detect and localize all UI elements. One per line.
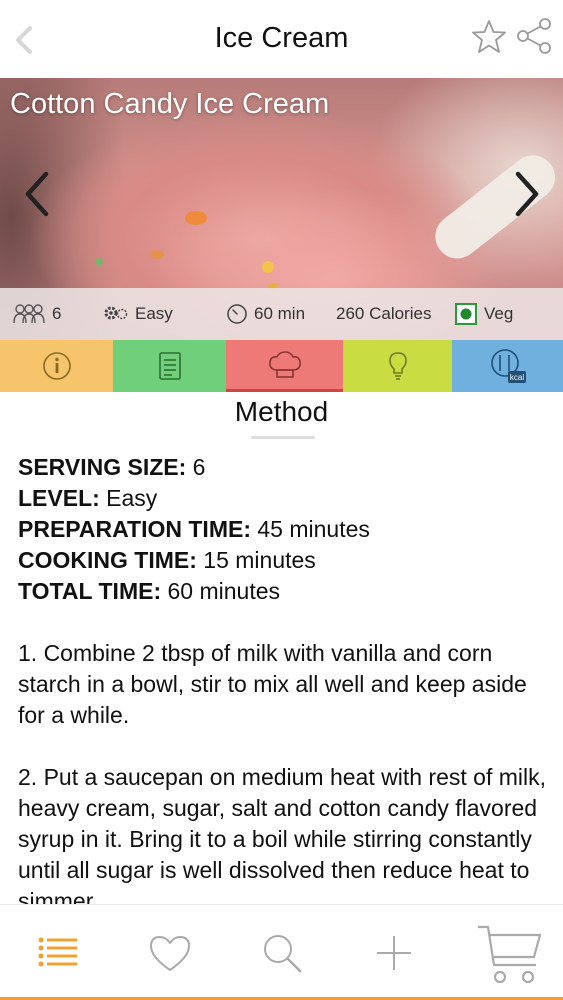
lightbulb-icon (388, 352, 407, 380)
timer-icon (227, 304, 247, 324)
info-icon (42, 352, 71, 380)
detail-value: 15 minutes (196, 547, 316, 573)
navigation-bar: Ice Cream (0, 0, 563, 78)
tabbar-cart-button[interactable] (474, 919, 546, 989)
veg-symbol-icon (455, 303, 477, 325)
previous-recipe-button[interactable] (22, 170, 52, 218)
detail-label: PREPARATION TIME: (18, 516, 251, 542)
heart-icon (150, 936, 190, 971)
gears-icon (104, 306, 128, 320)
people-icon (13, 304, 45, 324)
search-icon (264, 935, 302, 973)
detail-preparation-time: PREPARATION TIME: 45 minutes (18, 514, 553, 545)
star-icon (472, 20, 506, 53)
servings-info: 6 (12, 288, 61, 340)
detail-cooking-time: COOKING TIME: 15 minutes (18, 545, 553, 576)
calories-value: 260 Calories (336, 304, 432, 323)
tab-nutrition[interactable]: kcal (452, 340, 563, 392)
diet-info: Veg (454, 288, 513, 340)
tab-ingredients[interactable] (113, 340, 226, 392)
detail-value: 6 (186, 454, 206, 480)
favorite-button[interactable] (470, 18, 508, 56)
list-icon (38, 937, 77, 967)
photo-sprinkle (95, 258, 103, 266)
tabbar-search-button[interactable] (254, 925, 310, 981)
detail-value: Easy (99, 485, 158, 511)
plus-icon (377, 936, 411, 970)
section-title: Method (234, 396, 329, 427)
time-info: 60 min (226, 288, 305, 340)
tabbar-favorites-button[interactable] (142, 925, 198, 981)
chevron-left-icon (25, 171, 49, 217)
photo-sprinkle (262, 261, 274, 273)
tab-info[interactable] (0, 340, 113, 392)
share-icon (517, 18, 551, 54)
detail-label: LEVEL: (18, 485, 100, 511)
share-button[interactable] (514, 16, 554, 56)
servings-value: 6 (52, 304, 62, 323)
tabbar-recipes-button[interactable] (30, 925, 86, 981)
tab-method[interactable] (226, 340, 343, 392)
next-recipe-button[interactable] (512, 170, 542, 218)
recipe-info-bar: 6 Easy 60 min 260 Calories Veg (0, 288, 563, 340)
method-step-2: 2. Put a saucepan on medium heat with re… (18, 764, 546, 904)
detail-label: SERVING SIZE: (18, 454, 187, 480)
detail-serving-size: SERVING SIZE: 6 (18, 452, 553, 483)
chef-hat-icon (268, 351, 301, 378)
level-info: Easy (103, 288, 173, 340)
chevron-right-icon (515, 171, 539, 217)
recipe-section-tabs: kcal (0, 340, 563, 392)
detail-label: TOTAL TIME: (18, 578, 162, 604)
detail-label: COOKING TIME: (18, 547, 197, 573)
nutrition-kcal-icon: kcal (490, 349, 526, 383)
detail-value: 60 minutes (161, 578, 281, 604)
level-value: Easy (135, 304, 173, 323)
detail-value: 45 minutes (250, 516, 370, 542)
method-step-1: 1. Combine 2 tbsp of milk with vanilla a… (18, 640, 527, 728)
detail-total-time: TOTAL TIME: 60 minutes (18, 576, 553, 607)
diet-value: Veg (484, 304, 514, 323)
method-content[interactable]: SERVING SIZE: 6 LEVEL: Easy PREPARATION … (18, 452, 553, 904)
bottom-tab-bar (0, 904, 563, 1000)
photo-sprinkle (150, 250, 164, 259)
time-value: 60 min (254, 304, 306, 323)
tabbar-add-button[interactable] (366, 925, 422, 981)
recipe-title: Cotton Candy Ice Cream (10, 88, 330, 120)
detail-level: LEVEL: Easy (18, 483, 553, 514)
photo-spoon (426, 146, 563, 268)
section-divider (251, 436, 315, 439)
calories-info: 260 Calories (336, 288, 431, 340)
list-document-icon (158, 352, 181, 380)
cart-icon (478, 925, 542, 984)
photo-sprinkle (185, 211, 207, 225)
tab-tips[interactable] (343, 340, 452, 392)
svg-text:kcal: kcal (509, 373, 523, 382)
